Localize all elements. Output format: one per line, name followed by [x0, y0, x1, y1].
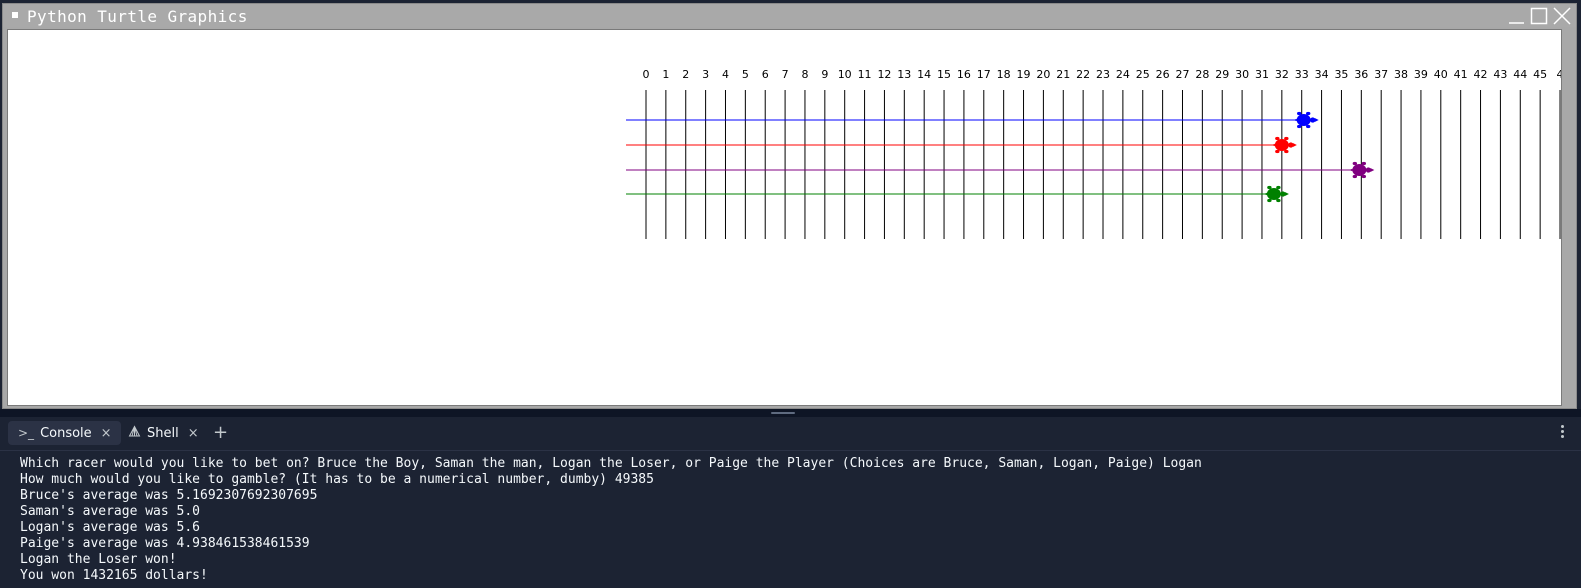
console-line: Bruce's average was 5.1692307692307695 [20, 488, 318, 503]
lane-number-label: 19 [1017, 68, 1031, 81]
lane-number-label: 31 [1255, 68, 1269, 81]
lane-number-label: 15 [937, 68, 951, 81]
lane-number-label: 0 [643, 68, 650, 81]
close-button[interactable] [1552, 6, 1572, 26]
lane-number-label: 10 [838, 68, 852, 81]
lane-number-label: 12 [877, 68, 891, 81]
lane-number-label: 26 [1156, 68, 1170, 81]
lane-number-label: 6 [762, 68, 769, 81]
lane-number-label: 3 [702, 68, 709, 81]
lane-number-label: 13 [897, 68, 911, 81]
lane-number-label: 38 [1394, 68, 1408, 81]
lane-number-label: 21 [1056, 68, 1070, 81]
lane-number-label: 24 [1116, 68, 1130, 81]
lane-number-label: 27 [1175, 68, 1189, 81]
red-turtle-icon [1271, 136, 1297, 154]
tab-label: Console [40, 425, 92, 441]
add-tab-icon[interactable]: + [213, 422, 228, 443]
console-line: Logan the Loser won! [20, 552, 177, 567]
lane-number-label: 44 [1513, 68, 1527, 81]
console-output[interactable]: Which racer would you like to bet on? Br… [20, 456, 1571, 584]
maximize-button[interactable] [1529, 6, 1549, 26]
shell-icon [128, 425, 141, 441]
lane-number-label: 33 [1295, 68, 1309, 81]
window-title: Python Turtle Graphics [27, 7, 248, 26]
close-tab-icon[interactable]: × [188, 426, 199, 441]
turtle-canvas[interactable]: 0 1 2 3 4 5 6 7 8 9 10 11 12 13 14 15 16 17 18 19 20 21 22 23 24… [7, 29, 1562, 406]
lane-number-label: 34 [1315, 68, 1329, 81]
lane-number-label: 25 [1136, 68, 1150, 81]
minimize-button[interactable] [1506, 6, 1526, 26]
lane-number-label: 39 [1414, 68, 1428, 81]
lane-number-label: 23 [1096, 68, 1110, 81]
lane-number-label: 2 [682, 68, 689, 81]
maximize-icon [1530, 7, 1548, 25]
lane-number-label: 29 [1215, 68, 1229, 81]
pane-splitter[interactable] [0, 409, 1581, 417]
blue-turtle-icon [1293, 111, 1319, 129]
lane-number-label: 45 [1533, 68, 1547, 81]
purple-turtle-icon [1349, 161, 1375, 179]
green-turtle-icon [1263, 185, 1289, 203]
lane-number-label: 14 [917, 68, 931, 81]
lane-number-label: 36 [1354, 68, 1368, 81]
lane-number-label: 41 [1454, 68, 1468, 81]
lane-number-label: 30 [1235, 68, 1249, 81]
lane-number-label: 22 [1076, 68, 1090, 81]
lane-number-label: 4 [722, 68, 729, 81]
lane-number-label: 7 [782, 68, 789, 81]
race-track: 0 1 2 3 4 5 6 7 8 9 10 11 12 13 14 15 16 17 18 19 20 21 22 23 24… [626, 68, 1561, 239]
console-line: You won 1432165 dollars! [20, 568, 208, 583]
console-pane: >_ Console × Shell × + Which racer would… [0, 417, 1581, 588]
lane-number-label: 28 [1195, 68, 1209, 81]
terminal-prompt-icon: >_ [18, 426, 35, 440]
lane-number-label: 42 [1474, 68, 1488, 81]
console-line: Logan's average was 5.6 [20, 520, 201, 535]
lane-number-label: 32 [1275, 68, 1289, 81]
console-line: How much would you like to gamble? (It h… [20, 472, 654, 487]
lane-number-label: 1 [662, 68, 669, 81]
window-titlebar[interactable]: Python Turtle Graphics [3, 4, 1576, 27]
lane-number-label: 11 [858, 68, 872, 81]
turtle-graphics-window: Python Turtle Graphics 0 1 2 3 4 5 6 7 8 9 10 11 12 1… [2, 3, 1577, 409]
window-menu-icon[interactable] [12, 12, 18, 18]
tab-console[interactable]: >_ Console × [8, 421, 121, 445]
splitter-handle-icon[interactable] [771, 412, 795, 414]
lane-number-label: 37 [1374, 68, 1388, 81]
console-line: Which racer would you like to bet on? Br… [20, 456, 1202, 471]
lane-number-label: 43 [1493, 68, 1507, 81]
lane-number-label: 9 [821, 68, 828, 81]
more-options-icon[interactable] [1561, 425, 1565, 440]
lane-number-label: 8 [801, 68, 808, 81]
minimize-icon [1509, 22, 1524, 24]
tab-shell[interactable]: Shell × [120, 421, 207, 445]
close-icon [1553, 7, 1571, 25]
lane-number-label: 17 [977, 68, 991, 81]
console-tabbar: >_ Console × Shell × + [0, 417, 1581, 451]
console-line: Paige's average was 4.938461538461539 [20, 536, 310, 551]
lane-number-label: 35 [1334, 68, 1348, 81]
tab-label: Shell [147, 425, 179, 441]
console-line: Saman's average was 5.0 [20, 504, 201, 519]
lane-number-label: 20 [1036, 68, 1050, 81]
close-tab-icon[interactable]: × [101, 426, 112, 441]
lane-number-label: 4 [1557, 68, 1561, 81]
lane-number-label: 18 [997, 68, 1011, 81]
lane-number-label: 16 [957, 68, 971, 81]
lane-number-label: 40 [1434, 68, 1448, 81]
lane-number-label: 5 [742, 68, 749, 81]
